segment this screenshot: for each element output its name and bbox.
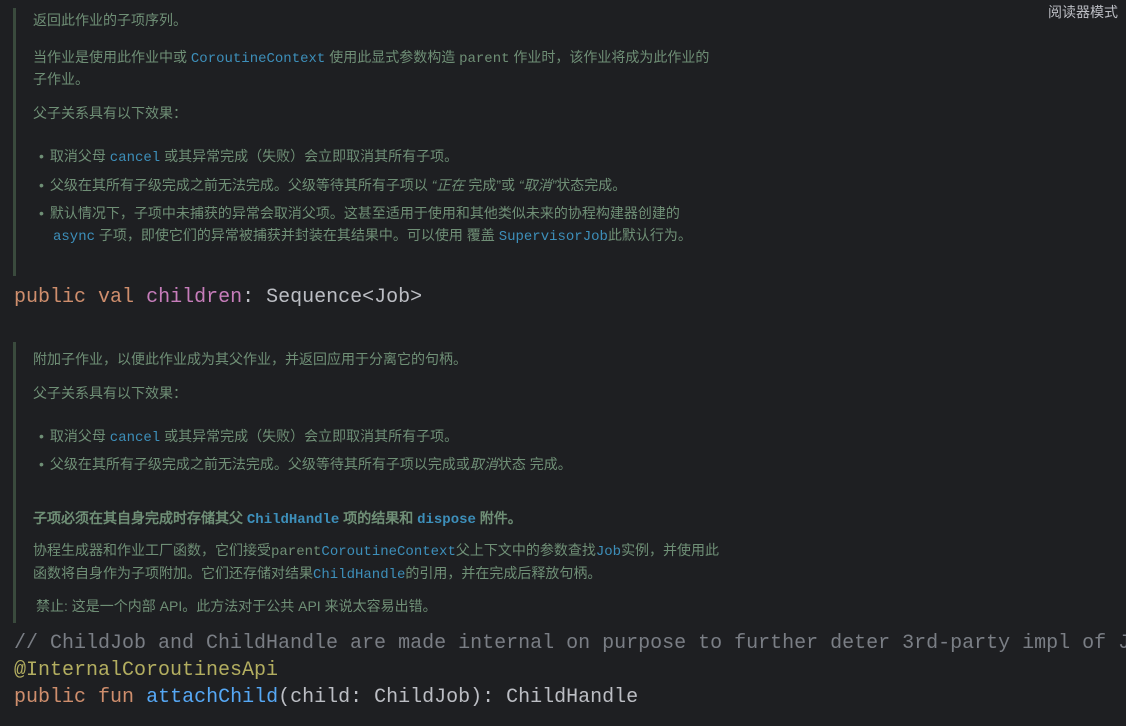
doc-bold-paragraph: 子项必须在其自身完成时存储其父 ChildHandle 项的结果和 dispos… xyxy=(33,510,522,528)
doc-comment-attach-child: 附加子作业，以便此作业成为其父作业，并返回应用于分离它的句柄。 父子关系具有以下… xyxy=(13,342,816,623)
link-cancel[interactable]: cancel xyxy=(110,430,160,446)
reader-mode-toggle[interactable]: 阅读器模式 xyxy=(1048,2,1118,22)
link-job[interactable]: Job xyxy=(596,544,621,560)
doc-paragraph: 协程生成器和作业工厂函数，它们接受parentCoroutineContext父… xyxy=(33,542,720,560)
list-item-cont: async 子项，即使它们的异常被捕获并封装在其结果中。可以使用 覆盖 Supe… xyxy=(53,227,692,245)
deprecation-note: 禁止: 这是一个内部 API。此方法对于公共 API 来说太容易出错。 xyxy=(36,598,437,614)
doc-paragraph: 返回此作业的子项序列。 xyxy=(33,12,187,28)
link-dispose[interactable]: dispose xyxy=(417,512,476,528)
doc-comment-children: 返回此作业的子项序列。 当作业是使用此作业中或 CoroutineContext… xyxy=(13,8,816,276)
code-line-comment[interactable]: // ChildJob and ChildHandle are made int… xyxy=(14,630,1126,657)
list-item: • 父级在其所有子级完成之前无法完成。父级等待其所有子项以完成或取消状态 完成。 xyxy=(39,456,572,472)
list-item: • 默认情况下，子项中未捕获的异常会取消父项。这甚至适用于使用和其他类似未来的协程… xyxy=(39,205,680,221)
doc-paragraph: 附加子作业，以便此作业成为其父作业，并返回应用于分离它的句柄。 xyxy=(33,351,467,367)
list-item: • 父级在其所有子级完成之前无法完成。父级等待其所有子项以 “正在 完成”或 “取… xyxy=(39,177,627,193)
list-item: • 取消父母 cancel 或其异常完成（失败）会立即取消其所有子项。 xyxy=(39,428,459,446)
doc-paragraph-cont: 函数将自身作为子项附加。它们还存储对结果ChildHandle的引用，并在完成后… xyxy=(33,565,602,583)
link-coroutine-context[interactable]: CoroutineContext xyxy=(321,544,455,560)
doc-paragraph: 当作业是使用此作业中或 CoroutineContext 使用此显式参数构造 p… xyxy=(33,49,710,67)
link-child-handle[interactable]: ChildHandle xyxy=(247,512,339,528)
link-cancel[interactable]: cancel xyxy=(110,150,160,166)
link-supervisor-job[interactable]: SupervisorJob xyxy=(499,229,608,245)
link-async[interactable]: async xyxy=(53,229,95,245)
list-item: • 取消父母 cancel 或其异常完成（失败）会立即取消其所有子项。 xyxy=(39,148,459,166)
doc-paragraph: 父子关系具有以下效果： xyxy=(33,385,187,401)
code-line-attach-child[interactable]: public fun attachChild(child: ChildJob):… xyxy=(14,684,1126,711)
doc-paragraph-cont: 子作业。 xyxy=(33,71,89,87)
code-line-children[interactable]: public val children: Sequence<Job> xyxy=(14,284,1126,311)
link-child-handle[interactable]: ChildHandle xyxy=(313,567,405,583)
link-coroutine-context[interactable]: CoroutineContext xyxy=(191,51,325,67)
doc-paragraph: 父子关系具有以下效果： xyxy=(33,105,187,121)
code-line-annotation[interactable]: @InternalCoroutinesApi xyxy=(14,657,1126,684)
